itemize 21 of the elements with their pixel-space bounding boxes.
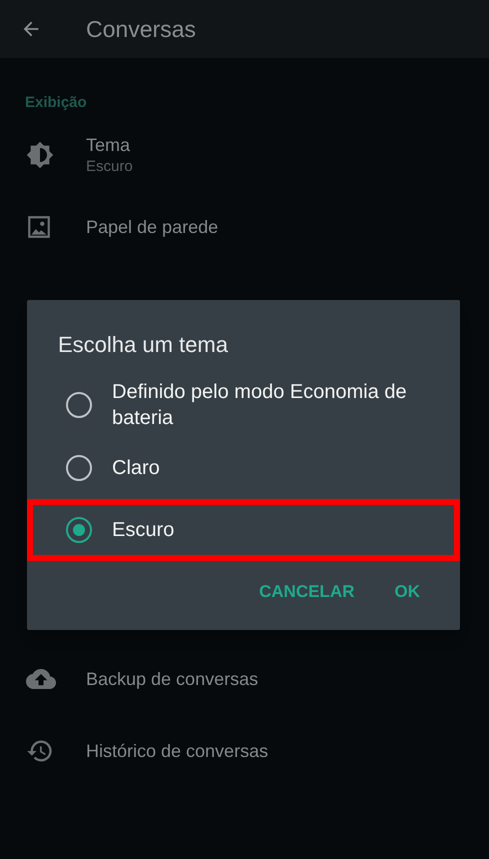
option-label: Claro	[112, 456, 160, 481]
radio-button[interactable]	[66, 392, 92, 418]
screen-title: Conversas	[86, 14, 196, 44]
brightness-icon	[26, 140, 54, 168]
dialog-action[interactable]: CANCELAR	[259, 578, 354, 604]
setting-title[interactable]: Papel de parede	[86, 214, 218, 238]
setting-title[interactable]: Histórico de conversas	[86, 738, 268, 762]
dialog-title: Escolha um tema	[58, 331, 229, 359]
section-header: Exibição	[24, 93, 88, 113]
image-icon	[26, 214, 52, 240]
setting-title[interactable]: Tema	[86, 132, 133, 156]
option-label: Definido pelo modo Economia de bateria	[112, 380, 408, 431]
radio-button[interactable]	[66, 517, 92, 543]
option-label: Escuro	[112, 518, 174, 543]
setting-title[interactable]: Backup de conversas	[86, 666, 258, 690]
radio-button[interactable]	[66, 455, 92, 481]
theme-option[interactable]: Definido pelo modo Economia de bateria	[27, 373, 460, 437]
dialog-action[interactable]: OK	[394, 578, 420, 604]
theme-option[interactable]: Claro	[27, 437, 460, 499]
setting-value: Escuro	[86, 156, 133, 176]
theme-option[interactable]: Escuro	[27, 499, 460, 561]
